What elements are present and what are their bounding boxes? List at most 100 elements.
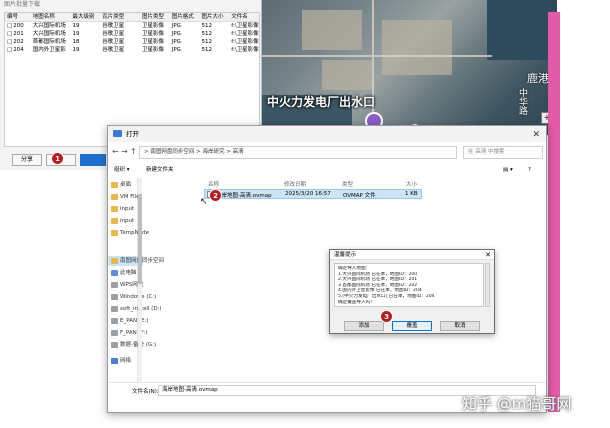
drive-icon <box>111 282 118 288</box>
table-cell: JPG <box>171 39 181 45</box>
sidebar-scrollbar[interactable] <box>138 178 142 382</box>
scrollbar-thumb[interactable] <box>138 194 142 284</box>
sidebar-item-label: input <box>120 206 135 212</box>
column-header-date[interactable]: 修改日期 <box>284 180 306 188</box>
map-water <box>487 0 557 60</box>
folder-icon <box>111 230 118 236</box>
column-header[interactable]: 图片格式 <box>170 13 200 21</box>
close-icon[interactable]: ✕ <box>532 127 540 143</box>
up-icon[interactable]: ↑ <box>130 147 137 156</box>
map-city-label: 鹿港 <box>527 72 549 85</box>
table-cell: JPG <box>171 23 181 29</box>
map-road-label: 中华路 <box>517 88 527 115</box>
table-cell: 谷歌卫星 <box>102 47 125 53</box>
file-date: 2025/3/20 16:57 <box>285 191 331 197</box>
pink-frame <box>548 12 560 412</box>
navigation-bar: ← → ↑ > 南图网盘同步空间 > 海岸研究 > 高清 在 高清 中搜索 <box>108 145 546 161</box>
sidebar-item-label: 网络 <box>120 358 132 364</box>
prompt-title-bar: 温馨提示 ✕ <box>330 250 494 260</box>
sidebar-item-label: 此电脑 <box>120 270 137 276</box>
file-row-selected[interactable]: 海岸地图-高清.ovmap 2025/3/20 16:57 OVMAP 文件 1… <box>204 189 422 199</box>
table-row[interactable]: 200 大兴国际机场 19 谷歌卫星 卫星影像 JPG 512 f:\卫星影像\ <box>5 22 259 30</box>
share-button[interactable]: 分享 <box>12 154 42 166</box>
dialog-title-bar: 打开 ✕ <box>108 126 546 142</box>
satellite-map[interactable]: 中火力发电厂出水口 鹿港 中华路 + <box>262 0 557 135</box>
table-cell: f:\卫星影像\ <box>231 47 259 53</box>
close-icon[interactable]: ✕ <box>485 250 491 260</box>
cloud-folder-icon <box>111 258 118 264</box>
prompt-line: 确定覆盖导入吗？ <box>338 299 375 305</box>
screenshot: 中火力发电厂出水口 鹿港 中华路 + 图片批量下载 编号 地图名称 最大级别 瓦… <box>0 0 610 428</box>
table-cell: 512 <box>201 39 212 45</box>
new-folder-button[interactable]: 新建文件夹 <box>146 163 174 177</box>
column-header-name[interactable]: 名称 <box>208 180 219 188</box>
address-bar[interactable]: > 南图网盘同步空间 > 海岸研究 > 高清 <box>139 146 457 159</box>
network-icon <box>111 358 118 364</box>
table-cell: 512 <box>201 23 212 29</box>
step-3-marker: 3 <box>380 310 393 323</box>
table-cell: 200 <box>5 22 31 30</box>
folder-icon <box>113 130 122 137</box>
table-cell: 首都国际机场 <box>32 39 66 45</box>
column-header[interactable]: 编号 <box>5 13 31 21</box>
map-road <box>262 55 492 57</box>
column-header[interactable]: 最大级别 <box>70 13 100 21</box>
column-header[interactable]: 瓦片类型 <box>100 13 140 21</box>
table-cell: 19 <box>72 31 80 37</box>
table-cell: JPG <box>171 47 181 53</box>
table-cell: 512 <box>201 47 212 53</box>
drive-icon <box>111 306 118 312</box>
drive-icon <box>111 318 118 324</box>
dialog-toolbar: 组织 ▾ 新建文件夹 ▤ ▾ ? <box>108 163 546 177</box>
forward-icon[interactable]: → <box>121 147 128 156</box>
map-place-label: 中火力发电厂出水口 <box>267 95 376 109</box>
back-icon[interactable]: ← <box>112 147 119 156</box>
table-cell: 国内外卫星影 <box>32 47 66 53</box>
file-type: OVMAP 文件 <box>343 193 376 199</box>
overwrite-button[interactable]: 覆盖 <box>392 321 432 331</box>
watermark: 知乎 @m猫哥网 <box>462 395 572 413</box>
view-options-icon[interactable]: ▤ ▾ <box>503 163 513 177</box>
add-button[interactable]: 添加 <box>344 321 384 331</box>
table-header: 编号 地图名称 最大级别 瓦片类型 图片类型 图片格式 图片大小 文件名 <box>5 13 259 22</box>
column-header[interactable]: 文件名 <box>229 13 259 21</box>
dialog-title: 打开 <box>126 130 139 138</box>
drive-icon <box>111 294 118 300</box>
column-header[interactable]: 图片类型 <box>140 13 170 21</box>
import-button[interactable] <box>80 154 106 166</box>
table-cell: 卫星影像 <box>141 23 164 29</box>
column-header[interactable]: 图片大小 <box>199 13 229 21</box>
table-cell: f:\卫星影像\ <box>231 31 259 37</box>
folder-icon <box>111 182 118 188</box>
column-header-size[interactable]: 大小 <box>406 180 417 188</box>
step-2-marker: 2 <box>209 189 222 202</box>
sidebar-item-label: input <box>120 218 135 224</box>
folder-icon <box>111 194 118 200</box>
column-header-type[interactable]: 类型 <box>342 180 353 188</box>
prompt-scrollbar[interactable] <box>485 263 490 307</box>
table-cell: 19 <box>72 47 80 53</box>
file-size: 1 KB <box>405 191 418 197</box>
table-cell: 卫星影像 <box>141 31 164 37</box>
table-row[interactable]: 202 首都国际机场 18 谷歌卫星 卫星影像 JPG 512 f:\卫星影像\ <box>5 38 259 46</box>
table-cell: 卫星影像 <box>141 39 164 45</box>
table-cell: 18 <box>72 39 80 45</box>
prompt-title: 温馨提示 <box>334 252 357 258</box>
table-cell: 大兴国际机场 <box>32 23 66 29</box>
organize-menu[interactable]: 组织 ▾ <box>114 163 130 177</box>
step-1-marker: 1 <box>51 152 64 165</box>
folder-icon <box>111 218 118 224</box>
help-icon[interactable]: ? <box>528 163 531 177</box>
search-input[interactable]: 在 高清 中搜索 <box>463 146 543 159</box>
cancel-button[interactable]: 取消 <box>440 321 480 331</box>
navigation-pane: 桌面 VM Files input input TempNode 南图网盘同步空… <box>108 178 164 382</box>
drive-icon <box>111 330 118 336</box>
table-cell: 204 <box>5 46 31 54</box>
mouse-cursor-icon: ↖ <box>200 197 208 207</box>
table-row[interactable]: 204 国内外卫星影 19 谷歌卫星 卫星影像 JPG 512 f:\卫星影像\ <box>5 46 259 54</box>
table-cell: 谷歌卫星 <box>102 31 125 37</box>
table-cell: f:\卫星影像\ <box>231 23 259 29</box>
table-cell: 大兴国际机场 <box>32 31 66 37</box>
column-header[interactable]: 地图名称 <box>31 13 71 21</box>
table-row[interactable]: 201 大兴国际机场 19 谷歌卫星 卫星影像 JPG 512 f:\卫星影像\ <box>5 30 259 38</box>
